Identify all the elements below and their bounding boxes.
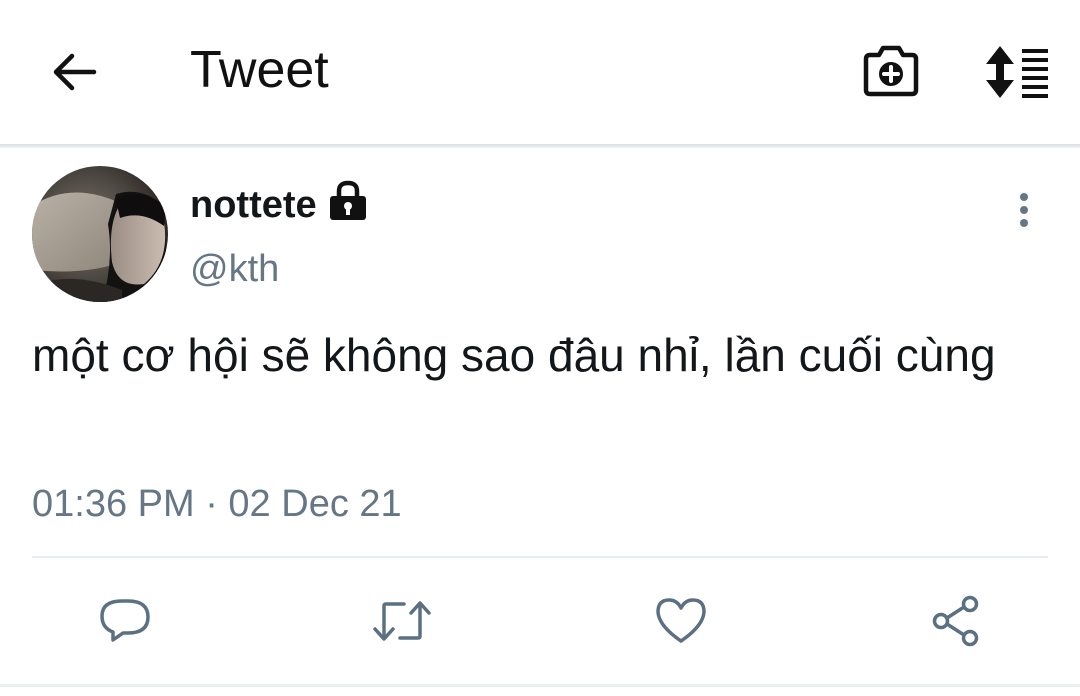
retweet-button[interactable] xyxy=(372,594,431,648)
share-icon xyxy=(932,595,979,647)
reply-icon xyxy=(100,599,150,642)
tweet-timestamp: 01:36 PM · 02 Dec 21 xyxy=(32,483,402,525)
top-app-bar: Tweet xyxy=(0,0,1080,144)
sort-list-icon xyxy=(986,46,1048,98)
author-display-name[interactable]: nottete xyxy=(190,180,317,230)
bottom-divider xyxy=(0,684,1080,687)
like-button[interactable] xyxy=(654,594,708,648)
avatar[interactable] xyxy=(32,166,168,302)
author-handle[interactable]: @kth xyxy=(190,244,279,294)
header-divider xyxy=(0,144,1080,148)
reply-button[interactable] xyxy=(98,594,152,648)
page-title: Tweet xyxy=(190,41,329,99)
back-button[interactable] xyxy=(48,48,100,96)
more-vertical-icon xyxy=(1020,193,1028,227)
screenshot-button[interactable] xyxy=(862,42,920,100)
tweet-text: một cơ hội sẽ không sao đâu nhỉ, lần cuố… xyxy=(32,329,996,381)
retweet-icon xyxy=(373,601,431,641)
like-icon xyxy=(656,598,706,643)
share-button[interactable] xyxy=(930,594,984,648)
actions-divider xyxy=(32,556,1048,558)
camera-add-icon xyxy=(863,45,919,97)
lock-icon xyxy=(328,180,368,222)
back-arrow-icon xyxy=(53,53,97,91)
more-options-button[interactable] xyxy=(1006,188,1042,232)
sort-button[interactable] xyxy=(984,44,1050,100)
